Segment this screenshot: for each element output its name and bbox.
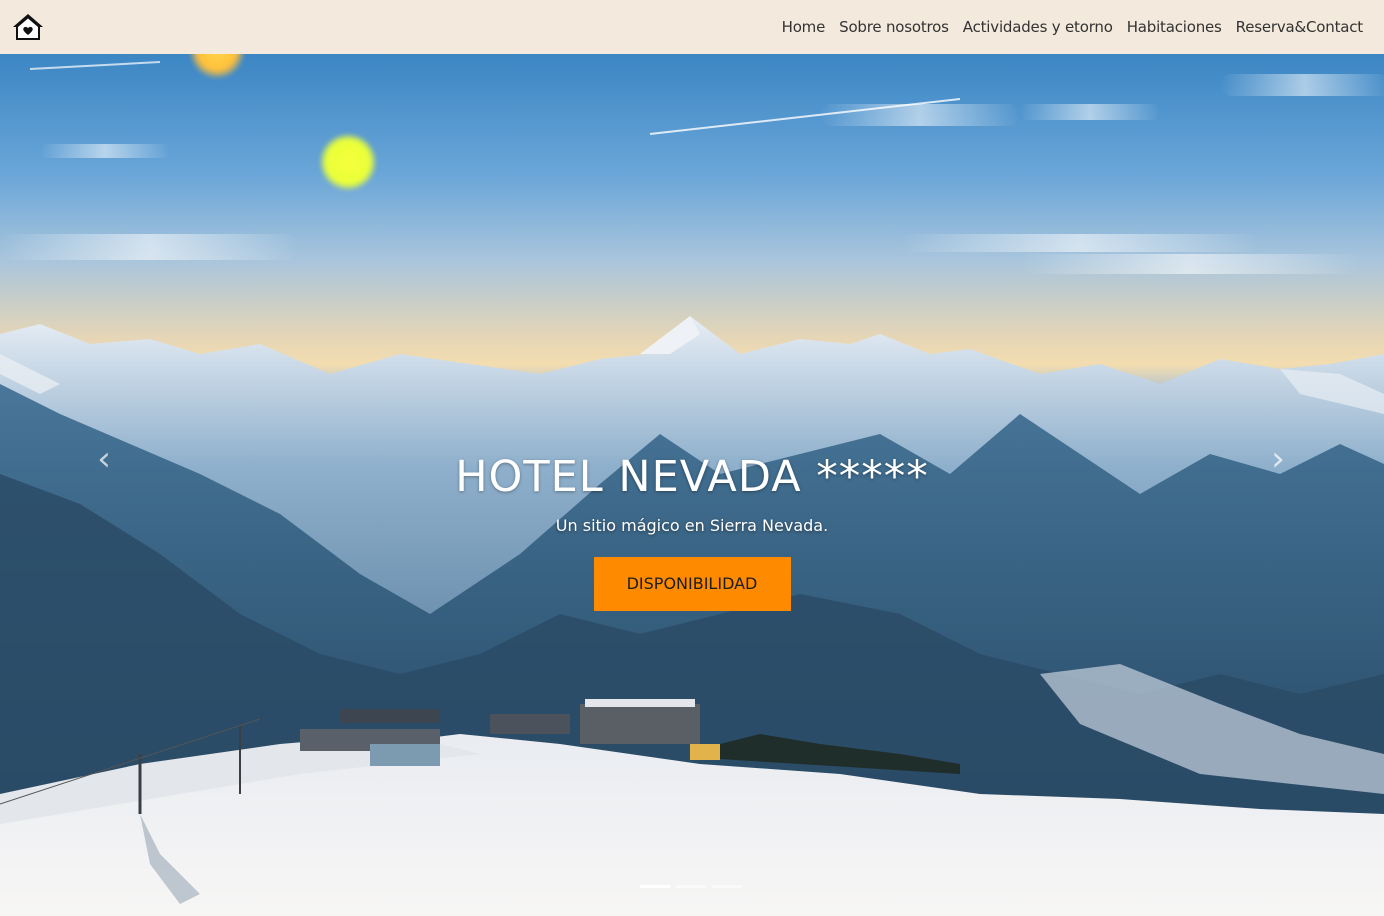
- hero-title: HOTEL NEVADA *****: [455, 452, 929, 502]
- carousel-indicator[interactable]: [640, 885, 670, 888]
- hero-carousel: ‹ › HOTEL NEVADA ***** Un sitio mágico e…: [0, 54, 1384, 916]
- nav-link-reserva-contact[interactable]: Reserva&Contact: [1229, 18, 1370, 36]
- navbar: Home Sobre nosotros Actividades y etorno…: [0, 0, 1384, 54]
- hero-subtitle: Un sitio mágico en Sierra Nevada.: [555, 516, 829, 535]
- lens-flare: [320, 134, 376, 190]
- nav-link-home[interactable]: Home: [775, 18, 833, 36]
- nav-link-sobre-nosotros[interactable]: Sobre nosotros: [832, 18, 956, 36]
- carousel-caption: HOTEL NEVADA ***** Un sitio mágico en Si…: [0, 452, 1384, 611]
- nav-links: Home Sobre nosotros Actividades y etorno…: [775, 18, 1370, 36]
- carousel-indicators: [640, 885, 742, 888]
- home-logo[interactable]: [12, 11, 44, 43]
- carousel-indicator[interactable]: [676, 885, 706, 888]
- nav-link-habitaciones[interactable]: Habitaciones: [1120, 18, 1229, 36]
- nav-link-actividades[interactable]: Actividades y etorno: [956, 18, 1120, 36]
- house-heart-icon: [13, 14, 43, 40]
- carousel-indicator[interactable]: [712, 885, 742, 888]
- disponibilidad-button[interactable]: DISPONIBILIDAD: [593, 557, 791, 611]
